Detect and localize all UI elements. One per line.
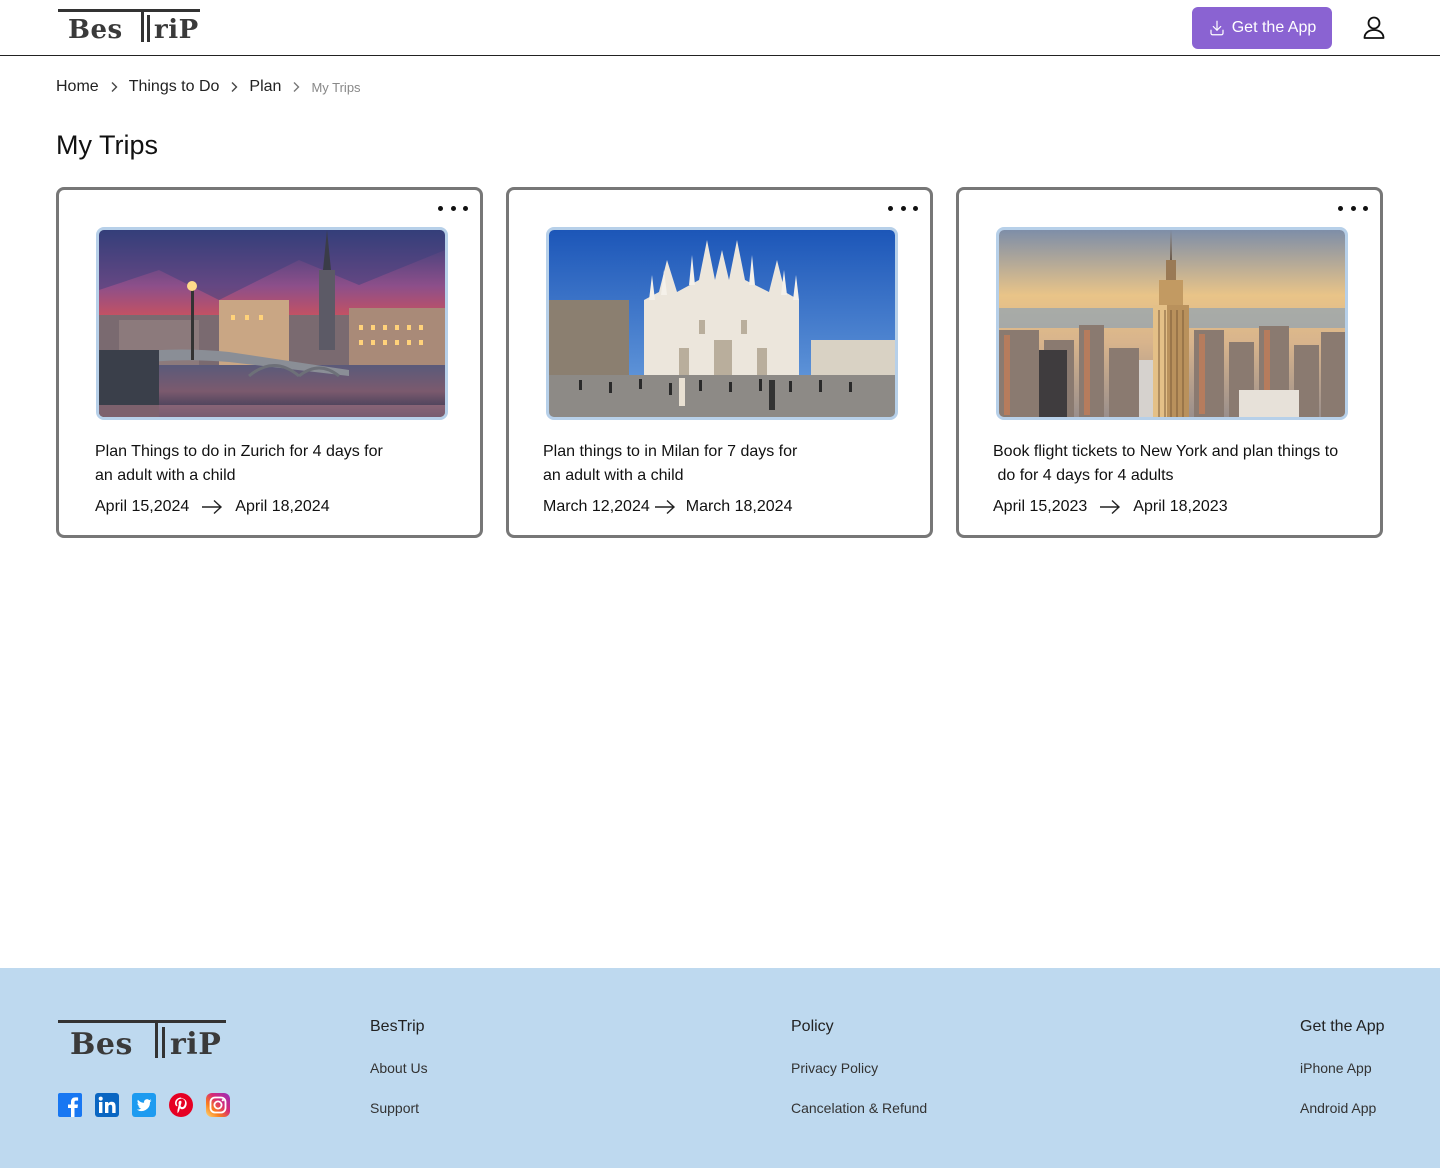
logo-t-stem-left bbox=[155, 1020, 158, 1058]
logo-top-bar bbox=[58, 1020, 226, 1023]
trip-image-milan[interactable] bbox=[546, 227, 898, 420]
breadcrumb-home[interactable]: Home bbox=[56, 78, 99, 96]
logo-text-right: riP bbox=[154, 15, 199, 45]
trip-date-range: April 15,2024 April 18,2024 bbox=[95, 498, 330, 516]
trip-title-line-2: do for 4 days for 4 adults bbox=[993, 467, 1174, 484]
footer-link-cancelation-refund[interactable]: Cancelation & Refund bbox=[791, 1100, 927, 1116]
brand-logo[interactable]: Bes riP bbox=[58, 9, 203, 47]
trip-card-new-york[interactable]: Book flight tickets to New York and plan… bbox=[956, 187, 1383, 538]
footer-brand-logo[interactable]: Bes riP bbox=[58, 1020, 228, 1064]
arrow-right-icon bbox=[1099, 499, 1121, 515]
footer-column-policy: Policy Privacy Policy Cancelation & Refu… bbox=[791, 1018, 927, 1140]
trip-title-line-1: Plan Things to do in Zurich for 4 days f… bbox=[95, 443, 383, 460]
footer-link-iphone-app[interactable]: iPhone App bbox=[1300, 1060, 1385, 1076]
breadcrumb-current: My Trips bbox=[311, 79, 361, 95]
logo-t-stem-left bbox=[141, 9, 144, 42]
trip-image-new-york[interactable] bbox=[996, 227, 1348, 420]
trip-title-line-2: an adult with a child bbox=[543, 467, 684, 484]
trip-title[interactable]: Book flight tickets to New York and plan… bbox=[993, 440, 1363, 488]
breadcrumb-plan[interactable]: Plan bbox=[249, 78, 281, 96]
facebook-icon[interactable] bbox=[58, 1093, 82, 1117]
logo-text-left: Bes bbox=[68, 15, 123, 45]
social-links bbox=[58, 1093, 230, 1117]
trip-card-zurich[interactable]: Plan Things to do in Zurich for 4 days f… bbox=[56, 187, 483, 538]
trip-card-milan[interactable]: Plan things to in Milan for 7 days for a… bbox=[506, 187, 933, 538]
trip-end-date: April 18,2024 bbox=[235, 498, 330, 515]
arrow-right-icon bbox=[654, 499, 676, 515]
trip-end-date: April 18,2023 bbox=[1133, 498, 1228, 515]
breadcrumb: Home Things to Do Plan My Trips bbox=[56, 78, 361, 96]
download-icon bbox=[1210, 20, 1224, 36]
footer-link-privacy-policy[interactable]: Privacy Policy bbox=[791, 1060, 927, 1076]
logo-text-right: riP bbox=[170, 1027, 222, 1062]
more-options-icon[interactable] bbox=[1338, 198, 1368, 218]
more-options-icon[interactable] bbox=[438, 198, 468, 218]
trip-title[interactable]: Plan things to in Milan for 7 days for a… bbox=[543, 440, 903, 488]
footer-link-support[interactable]: Support bbox=[370, 1100, 428, 1116]
pinterest-icon[interactable] bbox=[169, 1093, 193, 1117]
more-options-icon[interactable] bbox=[888, 198, 918, 218]
new-york-photo bbox=[999, 230, 1345, 417]
twitter-icon[interactable] bbox=[132, 1093, 156, 1117]
trip-start-date: March 12,2024 bbox=[543, 498, 650, 515]
footer-link-android-app[interactable]: Android App bbox=[1300, 1100, 1385, 1116]
get-app-label: Get the App bbox=[1231, 19, 1317, 36]
trip-end-date: March 18,2024 bbox=[685, 498, 793, 515]
footer: Bes riP BesTrip About Us Support Policy … bbox=[0, 968, 1440, 1168]
trip-date-range: April 15,2023 April 18,2023 bbox=[993, 498, 1228, 516]
chevron-right-icon bbox=[287, 78, 305, 96]
get-app-button[interactable]: Get the App bbox=[1192, 7, 1332, 49]
logo-t-stem-right bbox=[162, 1027, 165, 1058]
logo-text-left: Bes bbox=[70, 1027, 133, 1062]
footer-link-about-us[interactable]: About Us bbox=[370, 1060, 428, 1076]
footer-column-bestrip: BesTrip About Us Support bbox=[370, 1018, 428, 1140]
breadcrumb-things-to-do[interactable]: Things to Do bbox=[129, 78, 220, 96]
footer-column-get-the-app: Get the App iPhone App Android App bbox=[1300, 1018, 1385, 1140]
arrow-right-icon bbox=[201, 499, 223, 515]
footer-heading: Get the App bbox=[1300, 1018, 1385, 1035]
zurich-photo bbox=[99, 230, 445, 417]
trip-title-line-1: Book flight tickets to New York and plan… bbox=[993, 443, 1339, 460]
footer-heading: Policy bbox=[791, 1018, 834, 1035]
trip-title-line-2: an adult with a child bbox=[95, 467, 236, 484]
page-title: My Trips bbox=[56, 130, 159, 160]
trip-title[interactable]: Plan Things to do in Zurich for 4 days f… bbox=[95, 440, 455, 488]
trip-date-range: March 12,2024 March 18,2024 bbox=[543, 498, 792, 516]
chevron-right-icon bbox=[225, 78, 243, 96]
milan-photo bbox=[549, 230, 895, 417]
trip-start-date: April 15,2023 bbox=[993, 498, 1088, 515]
logo-t-stem-right bbox=[147, 15, 150, 42]
logo-top-bar bbox=[58, 9, 200, 12]
linkedin-icon[interactable] bbox=[95, 1093, 119, 1117]
trip-start-date: April 15,2024 bbox=[95, 498, 190, 515]
chevron-right-icon bbox=[105, 78, 123, 96]
user-account-icon[interactable] bbox=[1360, 14, 1388, 42]
trip-title-line-1: Plan things to in Milan for 7 days for bbox=[543, 443, 798, 460]
top-nav: Bes riP Get the App bbox=[0, 0, 1440, 56]
trip-image-zurich[interactable] bbox=[96, 227, 448, 420]
instagram-icon[interactable] bbox=[206, 1093, 230, 1117]
footer-heading: BesTrip bbox=[370, 1018, 425, 1035]
